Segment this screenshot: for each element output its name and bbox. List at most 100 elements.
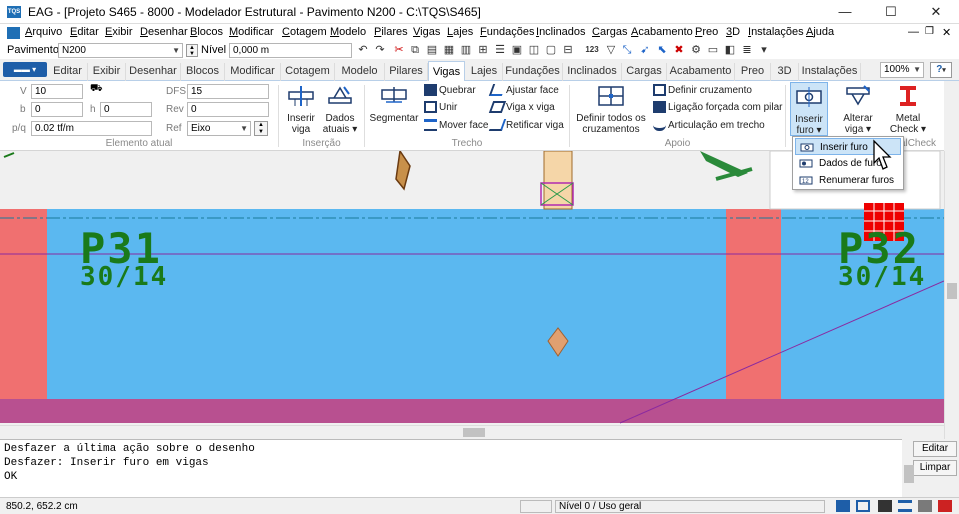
- retificar-viga-button[interactable]: Retificar viga: [488, 119, 564, 134]
- tool-icon[interactable]: ⚙: [689, 43, 703, 57]
- dfs-input[interactable]: 15: [187, 84, 269, 99]
- copy-icon[interactable]: ⧉: [408, 43, 422, 57]
- menu-3d[interactable]: 3D: [726, 26, 740, 38]
- quebrar-button[interactable]: Quebrar: [424, 84, 476, 99]
- schema-icon[interactable]: ⊞: [476, 43, 490, 57]
- file-menu-button[interactable]: ▬▬ ▾: [3, 62, 47, 77]
- zoom-select[interactable]: 100% ▼: [880, 62, 924, 78]
- menu-modelo[interactable]: Modelo: [330, 26, 366, 38]
- grid-icon[interactable]: ▦: [442, 43, 456, 57]
- ajustar-face-button[interactable]: Ajustar face: [488, 84, 559, 99]
- ligacao-forcada-button[interactable]: Ligação forçada com pilar: [653, 101, 783, 116]
- rev-input[interactable]: 0: [187, 102, 269, 117]
- menu-modificar[interactable]: Modificar: [229, 26, 274, 38]
- inserir-viga-button[interactable]: Inserir viga: [282, 84, 320, 135]
- menu-desenhar[interactable]: Desenhar: [140, 26, 188, 38]
- list-icon[interactable]: ☰: [493, 43, 507, 57]
- ref-spinner[interactable]: ▲ ▼: [254, 121, 268, 136]
- tab-vigas[interactable]: Vigas: [428, 61, 465, 82]
- mdi-close-icon[interactable]: ✕: [942, 26, 951, 39]
- numbering-icon[interactable]: 123: [585, 43, 599, 57]
- menu-fundacoes[interactable]: Fundações: [480, 26, 534, 38]
- tab-acabamento[interactable]: Acabamento: [667, 63, 735, 81]
- tab-lajes[interactable]: Lajes: [466, 63, 503, 81]
- frame-icon[interactable]: ◫: [527, 43, 541, 57]
- limpar-button[interactable]: Limpar: [913, 460, 957, 476]
- diagram-icon[interactable]: ⊟: [561, 43, 575, 57]
- b-input[interactable]: 0: [31, 102, 83, 117]
- cut-icon[interactable]: ✂: [392, 43, 406, 57]
- menu-pilares[interactable]: Pilares: [374, 26, 408, 38]
- tab-desenhar[interactable]: Desenhar: [126, 63, 181, 81]
- level-spinner[interactable]: ▲ ▼: [186, 44, 198, 57]
- move-icon[interactable]: ➹: [638, 43, 652, 57]
- status-icon-1[interactable]: [836, 500, 850, 512]
- arrows-icon[interactable]: ⤡: [620, 43, 634, 57]
- layers-icon[interactable]: ≣: [740, 43, 754, 57]
- status-icon-5[interactable]: [918, 500, 932, 512]
- menu-lajes[interactable]: Lajes: [447, 26, 473, 38]
- horizontal-scrollbar[interactable]: [0, 425, 944, 439]
- definir-cruzamento-button[interactable]: Definir cruzamento: [653, 84, 752, 99]
- viga-x-viga-button[interactable]: Viga x viga: [488, 101, 555, 116]
- tab-blocos[interactable]: Blocos: [181, 63, 225, 81]
- tab-inclinados[interactable]: Inclinados: [563, 63, 622, 81]
- tab-exibir[interactable]: Exibir: [88, 63, 126, 81]
- inserir-furo-button[interactable]: Inserir furo ▾: [790, 82, 828, 136]
- menu-editar[interactable]: Editar: [70, 26, 99, 38]
- articulacao-button[interactable]: Articulação em trecho: [653, 119, 765, 134]
- menu-acabamento[interactable]: Acabamento: [631, 26, 693, 38]
- tab-modelo[interactable]: Modelo: [335, 63, 385, 81]
- status-icon-2[interactable]: [856, 500, 870, 512]
- tab-cargas[interactable]: Cargas: [622, 63, 667, 81]
- menu-ajuda[interactable]: Ajuda: [806, 26, 834, 38]
- menu-preo[interactable]: Preo: [695, 26, 718, 38]
- dropdown-item-renumerar-furos[interactable]: 12 Renumerar furos: [795, 172, 901, 189]
- tab-cotagem[interactable]: Cotagem: [281, 63, 335, 81]
- tab-instalacoes[interactable]: Instalações: [799, 63, 861, 81]
- nivel-input[interactable]: 0,000 m: [229, 43, 352, 58]
- mdi-minimize-icon[interactable]: —: [908, 26, 919, 38]
- tab-fundacoes[interactable]: Fundações: [503, 63, 563, 81]
- mover-face-button[interactable]: Mover face: [424, 119, 488, 134]
- close-button[interactable]: ✕: [913, 0, 959, 24]
- menu-cargas[interactable]: Cargas: [592, 26, 627, 38]
- h-input[interactable]: 0: [100, 102, 152, 117]
- select-icon[interactable]: ⬉: [655, 43, 669, 57]
- box-icon[interactable]: ▢: [544, 43, 558, 57]
- menu-cotagem[interactable]: Cotagem: [282, 26, 327, 38]
- pavimento-select[interactable]: N200 ▼: [58, 43, 183, 58]
- ref-select[interactable]: Eixo ▼: [187, 121, 251, 136]
- tab-3d[interactable]: 3D: [771, 63, 799, 81]
- hscroll-thumb[interactable]: [463, 428, 485, 437]
- unir-button[interactable]: Unir: [424, 101, 457, 116]
- menu-instalacoes[interactable]: Instalações: [748, 26, 804, 38]
- help-button[interactable]: ?▾: [930, 62, 952, 78]
- editar-button[interactable]: Editar: [913, 441, 957, 457]
- beam-pick-icon[interactable]: ⛟: [90, 83, 104, 97]
- mdi-restore-icon[interactable]: ❐: [925, 26, 934, 37]
- tab-preo[interactable]: Preo: [735, 63, 771, 81]
- delete-icon[interactable]: ✖: [672, 43, 686, 57]
- menu-inclinados[interactable]: Inclinados: [536, 26, 586, 38]
- minimize-button[interactable]: —: [822, 0, 868, 24]
- tab-modificar[interactable]: Modificar: [225, 63, 281, 81]
- view-icon[interactable]: ◧: [723, 43, 737, 57]
- dados-atuais-button[interactable]: Dados atuais ▾: [320, 84, 360, 135]
- command-output[interactable]: Desfazer a última ação sobre o desenho D…: [0, 439, 902, 497]
- filter-icon[interactable]: ▽: [604, 43, 618, 57]
- menu-arquivo[interactable]: Arquivo: [25, 26, 62, 38]
- tab-pilares[interactable]: Pilares: [385, 63, 428, 81]
- vertical-scrollbar[interactable]: [944, 151, 959, 439]
- redo-icon[interactable]: ↷: [373, 43, 387, 57]
- paste-icon[interactable]: ▤: [425, 43, 439, 57]
- undo-icon[interactable]: ↶: [356, 43, 370, 57]
- app-menu-icon[interactable]: [7, 27, 20, 39]
- menu-exibir[interactable]: Exibir: [105, 26, 133, 38]
- menu-vigas[interactable]: Vigas: [413, 26, 440, 38]
- vscroll-thumb[interactable]: [947, 283, 957, 299]
- tab-editar[interactable]: Editar: [48, 63, 88, 81]
- table-icon[interactable]: ▥: [459, 43, 473, 57]
- metal-check-button[interactable]: Metal Check ▾: [884, 84, 932, 135]
- status-icon-4[interactable]: [898, 500, 912, 512]
